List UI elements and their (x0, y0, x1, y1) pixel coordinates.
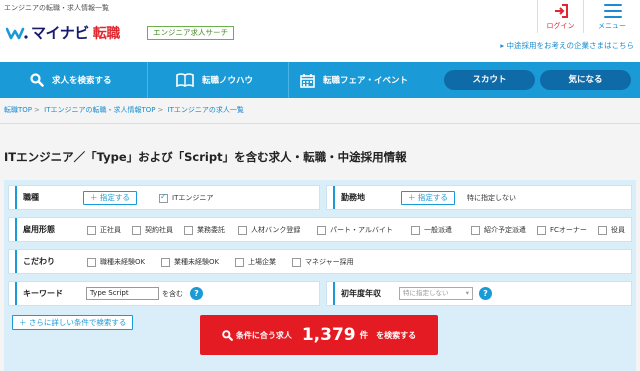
submit-search-button[interactable]: 条件に合う求人 1,379 件 を検索する (200, 315, 438, 355)
location-select-button[interactable]: ＋ 指定する (401, 191, 455, 205)
employment-option-checkbox[interactable]: FCオーナー (537, 225, 587, 235)
occupation-row: 職種 ＋ 指定する ITエンジニア (8, 185, 320, 210)
employment-option-checkbox[interactable]: 一般派遣 (411, 225, 452, 235)
salary-select[interactable]: 特に指定しない ▾ (399, 287, 473, 300)
nav-job-search[interactable]: 求人を検索する (30, 62, 112, 98)
employment-option-checkbox[interactable]: 業務委託 (184, 225, 225, 235)
employment-label: 雇用形態 (15, 218, 55, 241)
preference-option-checkbox[interactable]: 業種未経験OK (161, 257, 219, 267)
keyword-label: キーワード (15, 282, 63, 305)
recruiter-link[interactable]: ▸ 中途採用をお考えの企業さまはこちら (500, 40, 634, 51)
employment-option-checkbox[interactable]: 契約社員 (132, 225, 173, 235)
employment-row: 雇用形態 正社員 契約社員 業務委託 人材バンク登録 パート・アルバイト 一般派… (8, 217, 632, 242)
employment-option-checkbox[interactable]: 正社員 (87, 225, 121, 235)
nav-fair[interactable]: 転職フェア・イベント (300, 62, 408, 98)
employment-option-checkbox[interactable]: 役員 (598, 225, 625, 235)
breadcrumb-item[interactable]: 転職TOP (4, 106, 32, 114)
chevron-right-icon: > (34, 106, 40, 114)
breadcrumb-item[interactable]: ITエンジニアの転職・求人情報TOP (44, 106, 155, 114)
keyword-suffix: を含む (162, 290, 183, 298)
employment-option-checkbox[interactable]: 人材バンク登録 (238, 225, 300, 235)
engineer-search-badge[interactable]: エンジニア求人サーチ (147, 26, 234, 40)
preferences-row: こだわり 職種未経験OK 業種未経験OK 上場企業 マネジャー採用 (8, 249, 632, 274)
book-icon (176, 73, 194, 87)
nav-favorite-button[interactable]: 気になる (540, 70, 631, 90)
preferences-label: こだわり (15, 250, 55, 273)
nav-divider (288, 62, 289, 98)
submit-prefix: 条件に合う求人 (235, 330, 292, 340)
location-value: 特に指定しない (467, 194, 516, 202)
preference-option-checkbox[interactable]: 職種未経験OK (87, 257, 145, 267)
search-icon (30, 73, 44, 87)
nav-divider (147, 62, 148, 98)
login-label: ログイン (546, 22, 575, 30)
occupation-select-button[interactable]: ＋ 指定する (83, 191, 137, 205)
employment-option-checkbox[interactable]: パート・アルバイト (317, 225, 393, 235)
location-label: 勤務地 (333, 186, 365, 209)
login-button[interactable]: ログイン (537, 0, 583, 33)
site-logo[interactable]: マイナビ 転職 (6, 22, 120, 43)
breadcrumb: 転職TOP > ITエンジニアの転職・求人情報TOP > ITエンジニアの求人一覧 (4, 105, 244, 115)
preference-option-checkbox[interactable]: マネジャー採用 (292, 257, 354, 267)
help-icon[interactable]: ? (479, 287, 492, 300)
chevron-right-icon: > (157, 106, 164, 114)
location-row: 勤務地 ＋ 指定する 特に指定しない (326, 185, 632, 210)
keyword-input[interactable]: Type Script (86, 287, 159, 300)
result-count: 1,379 (301, 325, 356, 345)
salary-row: 初年度年収 特に指定しない ▾ ? (326, 281, 632, 306)
calendar-icon (300, 73, 315, 88)
hamburger-icon (604, 4, 622, 18)
nav-scout-button[interactable]: スカウト (444, 70, 535, 90)
occupation-label: 職種 (15, 186, 39, 209)
result-unit: 件 (359, 331, 369, 341)
main-nav: 求人を検索する 転職ノウハウ 転職フェア・イベント スカウト 気になる (0, 62, 640, 98)
divider (0, 123, 640, 124)
preference-option-checkbox[interactable]: 上場企業 (235, 257, 276, 267)
page-title: ITエンジニア／「Type」および「Script」を含む求人・転職・中途採用情報 (4, 150, 407, 164)
login-icon (555, 4, 568, 18)
employment-option-checkbox[interactable]: 紹介予定派遣 (471, 225, 526, 235)
logo-text: マイナビ (31, 24, 89, 42)
help-icon[interactable]: ? (190, 287, 203, 300)
chevron-down-icon: ▾ (465, 289, 469, 297)
breadcrumb-item[interactable]: ITエンジニアの求人一覧 (168, 106, 244, 114)
salary-label: 初年度年収 (333, 282, 381, 305)
keyword-row: キーワード Type Script を含む ? (8, 281, 320, 306)
nav-knowhow[interactable]: 転職ノウハウ (176, 62, 253, 98)
site-header: エンジニアの転職・求人情報一覧 マイナビ 転職 エンジニア求人サーチ ログイン メ… (0, 0, 640, 62)
advanced-search-button[interactable]: ＋ さらに詳しい条件で検索する (12, 315, 134, 330)
logo-suffix: 転職 (92, 26, 121, 42)
menu-label: メニュー (598, 22, 626, 30)
logo-mark-icon (6, 27, 28, 39)
menu-button[interactable]: メニュー (583, 0, 640, 33)
occupation-it-engineer-checkbox[interactable]: ITエンジニア (159, 192, 213, 203)
search-icon (222, 329, 233, 341)
submit-suffix: を検索する (376, 330, 417, 340)
checkbox-checked-icon (159, 192, 168, 203)
site-tagline: エンジニアの転職・求人情報一覧 (4, 4, 109, 12)
